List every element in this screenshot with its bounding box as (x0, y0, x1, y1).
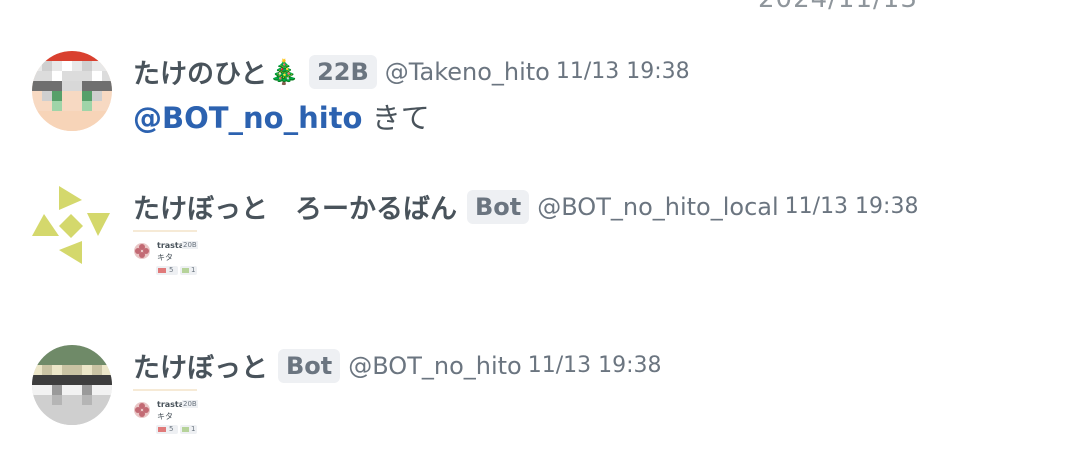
user-mention-link[interactable]: @BOT_no_hito (133, 101, 362, 135)
message-timestamp[interactable]: 11/13 19:38 (785, 194, 919, 219)
embed-avatar (134, 243, 150, 259)
christmas-tree-icon: 🎄 (269, 57, 300, 86)
user-avatar[interactable] (32, 51, 112, 131)
stamp-icon (158, 427, 166, 432)
embed-grade-badge: 20B (182, 241, 198, 249)
bot-avatar[interactable] (32, 186, 112, 266)
message-timestamp[interactable]: 11/13 19:38 (528, 353, 662, 378)
user-handle: @BOT_no_hito (348, 351, 522, 380)
embed-user-name: trasta (157, 400, 185, 409)
message-header: たけぼっと Bot @BOT_no_hito 11/13 19:38 (133, 346, 662, 385)
date-separator: 2024/11/13 (758, 0, 918, 14)
message-text: きて (362, 101, 430, 135)
user-name[interactable]: たけぼっと ろーかるばん (133, 187, 457, 226)
stamp-count: 5 (169, 425, 174, 433)
user-handle: @BOT_no_hito_local (537, 192, 779, 221)
stamp-count: 1 (191, 425, 196, 433)
message-content: @BOT_no_hito きて (133, 95, 430, 137)
bot-avatar[interactable] (32, 345, 112, 425)
user-name[interactable]: たけのひと (133, 52, 267, 91)
embedded-message[interactable]: trasta 20B キタ 5 1 (133, 389, 198, 435)
stamp-reaction[interactable]: 1 (180, 425, 197, 434)
message-timestamp[interactable]: 11/13 19:38 (556, 59, 690, 84)
stamp-icon (182, 427, 189, 432)
embed-text: キタ (157, 412, 173, 421)
stamp-count: 1 (191, 266, 196, 274)
bot-badge: Bot (278, 348, 341, 383)
user-handle: @Takeno_hito (384, 57, 550, 86)
stamp-reaction[interactable]: 1 (180, 266, 197, 275)
stamp-reaction[interactable]: 5 (156, 266, 178, 275)
message-header: たけのひと 🎄 22B @Takeno_hito 11/13 19:38 (133, 52, 690, 91)
embed-grade-badge: 20B (182, 400, 198, 408)
embed-avatar (134, 402, 150, 418)
stamp-reaction[interactable]: 5 (156, 425, 178, 434)
embedded-message[interactable]: trasta 20B キタ 5 1 (133, 230, 198, 276)
embed-text: キタ (157, 253, 173, 262)
user-name[interactable]: たけぼっと (133, 346, 268, 385)
grade-badge: 22B (309, 54, 377, 89)
stamp-icon (182, 268, 189, 273)
embed-user-name: trasta (157, 241, 185, 250)
stamp-count: 5 (169, 266, 174, 274)
bot-badge: Bot (467, 189, 530, 224)
stamp-icon (158, 268, 166, 273)
message-header: たけぼっと ろーかるばん Bot @BOT_no_hito_local 11/1… (133, 187, 918, 226)
